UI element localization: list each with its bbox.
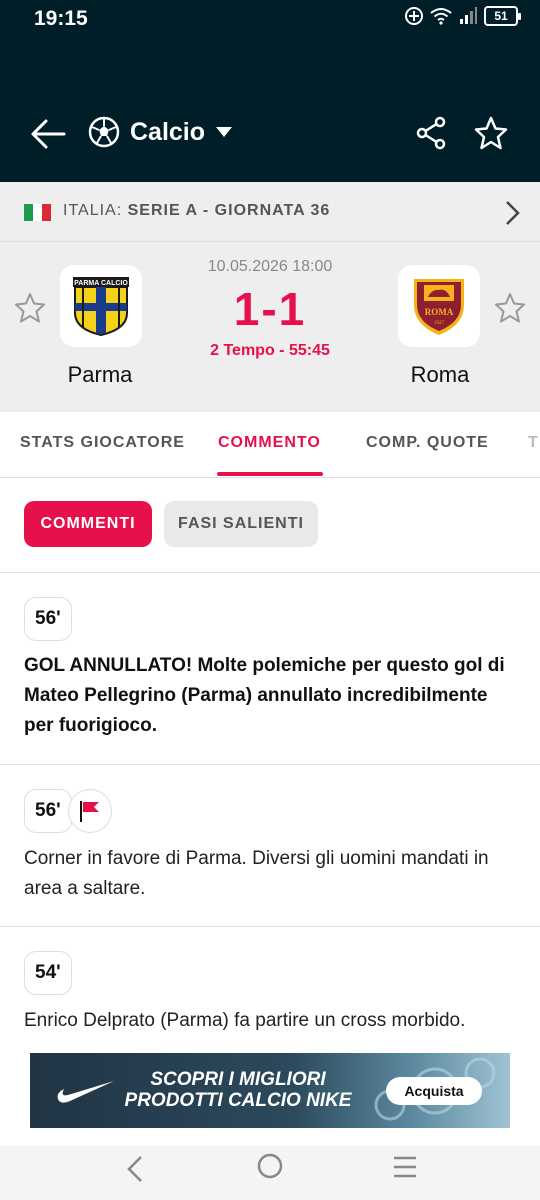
chip-fasi-salienti[interactable]: FASI SALIENTI — [164, 501, 318, 547]
italy-flag-icon — [24, 204, 51, 221]
minute-row: 54' — [24, 951, 72, 995]
league-title: ITALIA: SERIE A - GIORNATA 36 — [63, 202, 331, 219]
match-tabs: STATS GIOCATORE COMMENTO COMP. QUOTE T — [0, 412, 540, 478]
comment-text: Corner in favore di Parma. Diversi gli u… — [24, 848, 489, 899]
minute-row: 56' — [24, 789, 112, 833]
chip-commenti[interactable]: COMMENTI — [24, 501, 152, 547]
svg-text:1927: 1927 — [434, 321, 445, 326]
share-icon[interactable] — [416, 116, 448, 150]
ad-banner[interactable]: SCOPRI I MIGLIORI PRODOTTI CALCIO NIKE A… — [30, 1053, 510, 1128]
add-circle-icon — [405, 7, 423, 25]
home-team-name[interactable]: Parma — [30, 362, 170, 388]
svg-text:ROMA: ROMA — [425, 307, 454, 317]
battery-icon: 51 — [484, 6, 521, 26]
comment-text: GOL ANNULLATO! Molte polemiche per quest… — [24, 655, 505, 736]
app-header: Calcio — [0, 52, 540, 182]
tab-comp-quote[interactable]: COMP. QUOTE — [366, 434, 489, 452]
away-team-name[interactable]: Roma — [370, 362, 510, 388]
sport-selector[interactable]: Calcio — [88, 116, 233, 148]
nav-home-icon[interactable] — [256, 1152, 284, 1180]
nav-recents-icon[interactable] — [392, 1154, 418, 1180]
match-header: PARMA CALCIO Parma 10.05.2026 18:00 1-1 … — [0, 242, 540, 412]
nike-swoosh-icon — [57, 1081, 114, 1103]
star-icon[interactable] — [474, 116, 508, 150]
comment-item: 56' Corner in favore di Parma. Diversi g… — [0, 765, 540, 927]
tab-commento[interactable]: COMMENTO — [218, 434, 321, 452]
comment-minute: 54' — [24, 951, 72, 995]
comment-item: 56' GOL ANNULLATO! Molte polemiche per q… — [0, 573, 540, 765]
signal-icon — [460, 7, 477, 24]
status-time: 19:15 — [34, 7, 88, 30]
roma-crest-icon: ROMA 1927 — [414, 279, 464, 335]
corner-flag-icon — [67, 789, 112, 833]
sport-label: Calcio — [130, 117, 206, 146]
system-nav-bar — [0, 1146, 540, 1200]
away-team-logo[interactable]: ROMA 1927 — [398, 265, 480, 347]
tab-next[interactable]: T — [528, 434, 539, 452]
active-tab-indicator — [217, 472, 323, 476]
status-bar: 19:15 51 — [0, 0, 540, 52]
status-icons: 51 — [404, 6, 521, 26]
tab-stats-giocatore[interactable]: STATS GIOCATORE — [20, 434, 185, 452]
nav-back-icon[interactable] — [124, 1154, 146, 1184]
chevron-right-icon — [506, 201, 520, 225]
comment-text: Enrico Delprato (Parma) fa partire un cr… — [24, 1010, 466, 1031]
minute-row: 56' — [24, 597, 72, 641]
comment-filter: COMMENTI FASI SALIENTI — [0, 478, 540, 573]
star-icon[interactable] — [494, 292, 526, 324]
soccer-ball-icon — [88, 116, 120, 148]
league-bar[interactable]: ITALIA: SERIE A - GIORNATA 36 — [0, 182, 540, 242]
ad-buy-button[interactable]: Acquista — [386, 1077, 482, 1105]
comment-item: 54' Enrico Delprato (Parma) fa partire u… — [0, 927, 540, 1057]
wifi-icon — [430, 8, 452, 25]
chevron-down-icon — [216, 127, 233, 137]
comment-minute: 56' — [24, 597, 72, 641]
ad-headline: SCOPRI I MIGLIORI PRODOTTI CALCIO NIKE — [124, 1069, 352, 1111]
comment-minute: 56' — [24, 789, 72, 833]
back-arrow-icon[interactable] — [30, 118, 66, 150]
